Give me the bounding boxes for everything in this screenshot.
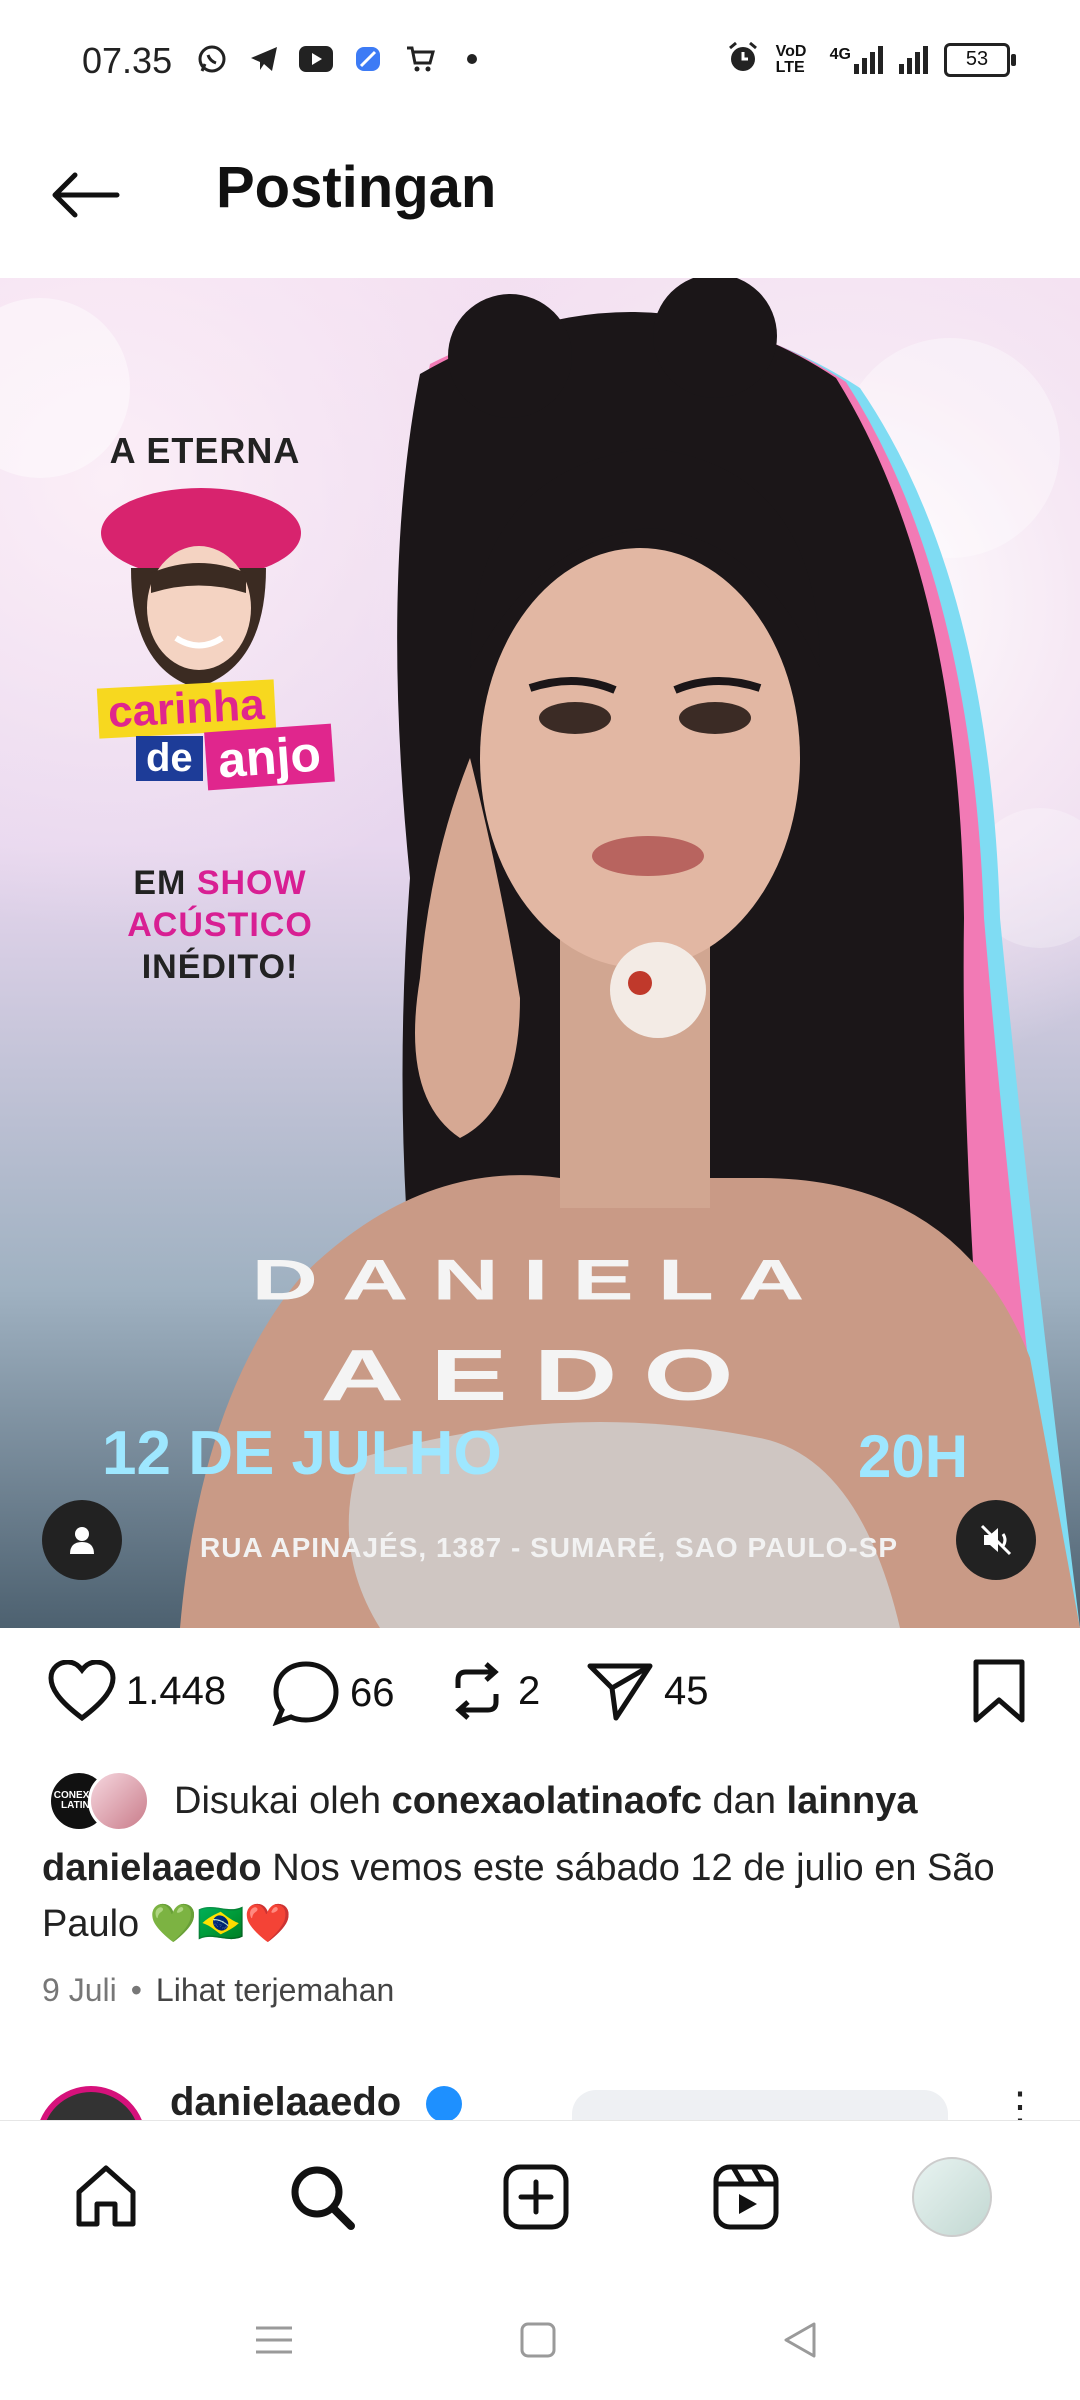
comment-button[interactable]: 66 (272, 1660, 395, 1726)
home-icon (76, 2165, 136, 2227)
4g-signal-icon: 4G (830, 45, 883, 74)
nav-profile[interactable] (912, 2157, 992, 2237)
more-options-icon[interactable]: ⋮ (1000, 2084, 1040, 2120)
create-icon (503, 2164, 569, 2230)
dot-icon (455, 42, 489, 76)
girl-portrait (101, 488, 301, 688)
home-square-icon (520, 2322, 556, 2358)
next-post-avatar[interactable] (36, 2086, 146, 2120)
liker-avatar-2 (88, 1770, 150, 1832)
signal-icon (899, 45, 928, 74)
post-date: 9 Juli (42, 1972, 117, 2008)
comment-count: 66 (350, 1670, 395, 1715)
nav-search[interactable] (282, 2157, 362, 2237)
search-icon (291, 2166, 355, 2230)
back-system-button[interactable] (770, 2310, 830, 2370)
liked-others[interactable]: lainnya (787, 1780, 918, 1822)
system-status-icons: VoD LTE 4G 53 (726, 40, 1016, 79)
status-bar: 07.35 VoD LTE 4G 53 (0, 0, 1080, 120)
post-actions: 1.448 66 2 45 (0, 1640, 1080, 1750)
nav-create[interactable] (496, 2157, 576, 2237)
menu-button[interactable] (244, 2310, 304, 2370)
repost-count: 2 (518, 1668, 541, 1713)
poster-name-last: AEDO (320, 1334, 760, 1416)
mute-button[interactable] (956, 1500, 1036, 1580)
caption-username[interactable]: danielaaedo (42, 1847, 262, 1889)
nav-reels[interactable] (706, 2157, 786, 2237)
verified-badge-icon (426, 2086, 462, 2120)
like-button[interactable]: 1.448 (48, 1660, 226, 1722)
telegram-icon (247, 42, 281, 76)
poster-date: 12 DE JULHO (102, 1419, 502, 1488)
youtube-icon (299, 42, 333, 76)
save-button[interactable] (970, 1658, 1028, 1729)
nav-home[interactable] (66, 2157, 146, 2237)
notification-icons (195, 42, 489, 76)
see-translation-link[interactable]: Lihat terjemahan (156, 1972, 394, 2008)
profile-avatar (912, 2157, 992, 2237)
back-triangle-icon (784, 2322, 816, 2358)
volte-icon: VoD LTE (775, 42, 807, 76)
like-count: 1.448 (126, 1668, 227, 1713)
poster-a-eterna: A ETERNA (109, 430, 301, 471)
heart-icon (48, 1660, 116, 1722)
bookmark-icon (973, 1659, 1025, 1723)
logo-de-text: de (136, 736, 203, 781)
home-system-button[interactable] (508, 2310, 568, 2370)
alarm-icon (726, 40, 760, 79)
arrow-left-icon (52, 172, 120, 218)
top-app-bar: Postingan (0, 130, 1080, 260)
person-icon (70, 1527, 94, 1554)
menu-icon (256, 2326, 292, 2354)
liker-username[interactable]: conexaolatinaofc (392, 1780, 702, 1822)
next-post-username[interactable]: danielaaedo (170, 2080, 401, 2120)
poster-show-text: EM SHOW ACÚSTICO INÉDITO! (127, 864, 313, 986)
post-meta: 9 Juli • Lihat terjemahan (42, 1972, 395, 2008)
comment-bubble-icon (272, 1661, 339, 1726)
send-icon (587, 1663, 653, 1721)
page-title: Postingan (216, 155, 497, 220)
logo-anjo-text: anjo (204, 723, 335, 791)
poster-address: RUA APINAJÉS, 1387 - SUMARÉ, SAO PAULO-S… (200, 1532, 899, 1563)
cart-icon (403, 42, 437, 76)
liked-by[interactable]: CONEXÃO LATINA Disukai oleh conexaolatin… (48, 1770, 917, 1832)
whatsapp-icon (195, 42, 229, 76)
next-post-header: danielaaedo ⋮ (0, 2080, 1080, 2120)
bottom-navigation (0, 2120, 1080, 2271)
next-post-pill[interactable] (572, 2090, 948, 2120)
status-time: 07.35 (82, 40, 173, 81)
tagged-people-button[interactable] (42, 1500, 122, 1580)
back-button[interactable] (45, 160, 125, 230)
post-image[interactable]: A ETERNA carinha de anjo EM SHOW ACÚSTIC… (0, 278, 1080, 1628)
post-caption: danielaaedo Nos vemos este sábado 12 de … (42, 1840, 1042, 1952)
share-count: 45 (664, 1668, 709, 1713)
app-icon (351, 42, 385, 76)
carinha-de-anjo-logo: carinha de anjo (96, 478, 346, 838)
poster-hour: 20H (858, 1423, 969, 1490)
repost-icon (455, 1662, 499, 1720)
speaker-muted-icon (980, 1524, 1012, 1556)
repost-button[interactable]: 2 (446, 1660, 540, 1722)
share-button[interactable]: 45 (586, 1660, 709, 1722)
system-navigation (0, 2280, 1080, 2400)
reels-icon (713, 2164, 779, 2230)
battery-icon: 53 (944, 42, 1016, 77)
poster-name-first: DANIELA (251, 1248, 829, 1312)
